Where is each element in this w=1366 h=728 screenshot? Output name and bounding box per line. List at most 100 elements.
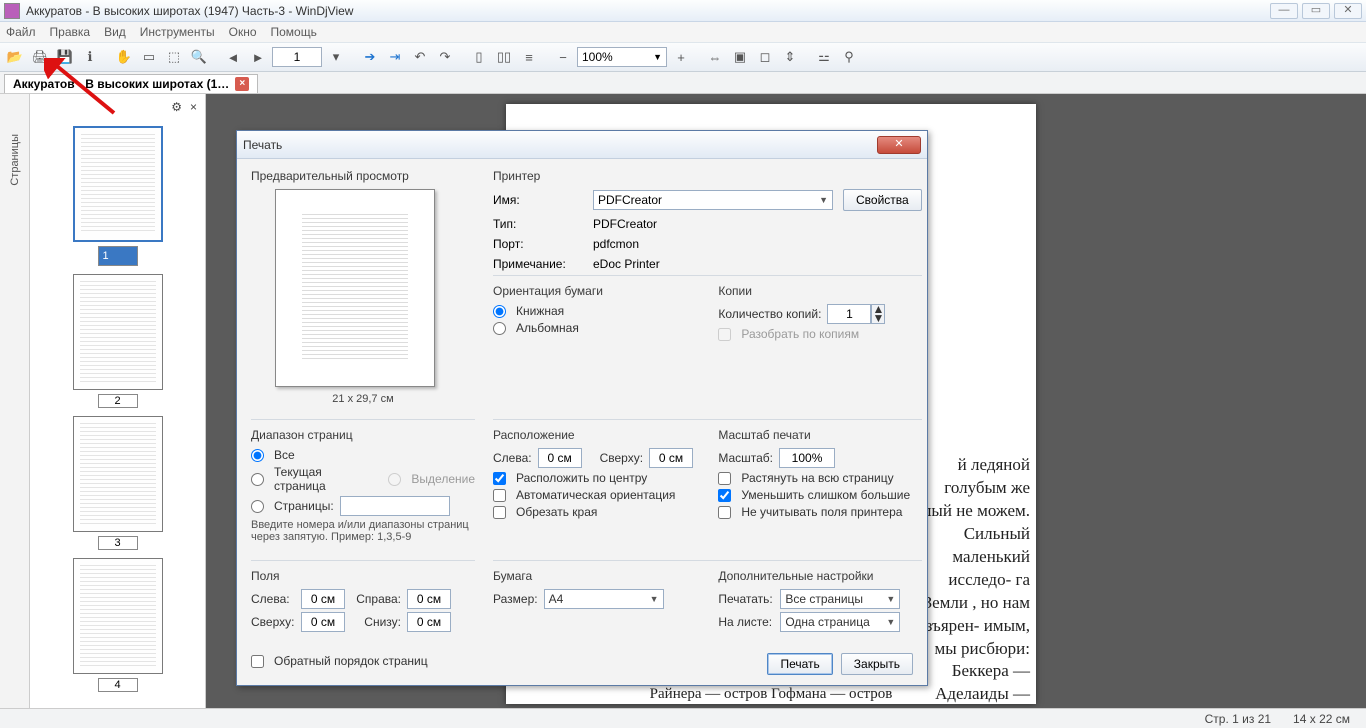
document-tab[interactable]: Аккуратов - В высоких широтах (1… × (4, 74, 258, 93)
paper-group: Бумага Размер: A4▼ (493, 569, 696, 635)
thumbnail-number: 4 (98, 678, 138, 692)
thumbnail-item[interactable]: 3 (73, 416, 163, 550)
maximize-button[interactable]: ▭ (1302, 3, 1330, 19)
per-sheet-select[interactable]: Одна страница▼ (780, 612, 900, 632)
paper-size-select[interactable]: A4▼ (544, 589, 664, 609)
thumbnail-item[interactable]: 1 (73, 126, 163, 266)
open-icon[interactable]: 📂 (4, 46, 26, 68)
nav-forward-icon[interactable]: ⇥ (384, 46, 406, 68)
select-tool-icon[interactable]: ▭ (138, 46, 160, 68)
copies-heading: Копии (718, 284, 921, 298)
hand-tool-icon[interactable]: ✋ (113, 46, 135, 68)
menu-edit[interactable]: Правка (50, 25, 91, 39)
menu-window[interactable]: Окно (229, 25, 257, 39)
titlebar: Аккуратов - В высоких широтах (1947) Час… (0, 0, 1366, 22)
copies-count-input[interactable] (827, 304, 871, 324)
find-icon[interactable]: ⚍ (813, 46, 835, 68)
preview-caption: 21 x 29,7 см (251, 393, 475, 405)
fit-width-icon[interactable]: ⇔ (704, 46, 726, 68)
layout-continuous-icon[interactable]: ≡ (518, 46, 540, 68)
thumbnail-number: 1 (98, 246, 138, 266)
margins-heading: Поля (251, 569, 475, 583)
thumbnail-number: 3 (98, 536, 138, 550)
print-what-select[interactable]: Все страницы▼ (780, 589, 900, 609)
paper-heading: Бумага (493, 569, 696, 583)
rotate-ccw-icon[interactable]: ↶ (409, 46, 431, 68)
margin-bottom-label: Снизу: (351, 615, 401, 629)
printer-name-select[interactable]: PDFCreator▼ (593, 190, 833, 210)
margin-left-input[interactable] (301, 589, 345, 609)
rotate-cw-icon[interactable]: ↷ (434, 46, 456, 68)
print-button[interactable]: Печать (767, 653, 832, 675)
sidebar-label: Страницы (9, 134, 21, 186)
ignore-margins-checkbox[interactable] (718, 506, 731, 519)
minimize-button[interactable]: — (1270, 3, 1298, 19)
reverse-order-checkbox[interactable] (251, 655, 264, 668)
layout-left-input[interactable] (538, 448, 582, 468)
tab-close-icon[interactable]: × (235, 77, 249, 91)
menu-view[interactable]: Вид (104, 25, 126, 39)
shrink-checkbox[interactable] (718, 489, 731, 502)
prev-page-icon[interactable]: ◄ (222, 46, 244, 68)
zoom-select[interactable]: 100%▼ (577, 47, 667, 67)
margin-bottom-input[interactable] (407, 612, 451, 632)
range-pages-radio[interactable] (251, 500, 264, 513)
layout-top-input[interactable] (649, 448, 693, 468)
window-close-button[interactable]: ✕ (1334, 3, 1362, 19)
marquee-tool-icon[interactable]: ⬚ (163, 46, 185, 68)
crop-checkbox[interactable] (493, 506, 506, 519)
fit-height-icon[interactable]: ⇕ (779, 46, 801, 68)
per-sheet-label: На листе: (718, 615, 774, 629)
margin-top-input[interactable] (301, 612, 345, 632)
thumbnail-item[interactable]: 2 (73, 274, 163, 408)
thumbs-gear-icon[interactable]: ⚙ (171, 100, 182, 118)
thumbnail-image (73, 416, 163, 532)
extra-group: Дополнительные настройки Печатать: Все с… (718, 569, 921, 635)
scale-input[interactable] (779, 448, 835, 468)
layout-facing-icon[interactable]: ▯▯ (493, 46, 515, 68)
margin-right-input[interactable] (407, 589, 451, 609)
orientation-portrait-radio[interactable] (493, 305, 506, 318)
page-dropdown-icon[interactable]: ▾ (325, 46, 347, 68)
nav-back-icon[interactable]: ➔ (359, 46, 381, 68)
print-icon[interactable]: 🖨 (29, 46, 51, 68)
layout-heading: Расположение (493, 428, 696, 442)
range-pages-input[interactable] (340, 496, 450, 516)
dialog-close-button[interactable]: ✕ (877, 136, 921, 154)
close-button[interactable]: Закрыть (841, 653, 913, 675)
layout-single-icon[interactable]: ▯ (468, 46, 490, 68)
preview-group: Предварительный просмотр 21 x 29,7 см (251, 169, 475, 405)
sidebar-strip[interactable]: Страницы (0, 94, 30, 708)
save-icon[interactable]: 💾 (54, 46, 76, 68)
copies-spinner[interactable]: ▲▼ (871, 304, 885, 324)
fit-page-icon[interactable]: ▣ (729, 46, 751, 68)
autoorient-checkbox[interactable] (493, 489, 506, 502)
print-what-label: Печатать: (718, 592, 774, 606)
layout-group: Расположение Слева: Сверху: Расположить … (493, 428, 696, 522)
center-checkbox[interactable] (493, 472, 506, 485)
printer-properties-button[interactable]: Свойства (843, 189, 922, 211)
menu-file[interactable]: Файл (6, 25, 36, 39)
printer-type-value: PDFCreator (593, 217, 922, 231)
range-all-radio[interactable] (251, 449, 264, 462)
stretch-checkbox[interactable] (718, 472, 731, 485)
next-page-icon[interactable]: ► (247, 46, 269, 68)
orientation-landscape-radio[interactable] (493, 322, 506, 335)
menu-help[interactable]: Помощь (271, 25, 317, 39)
zoom-out-icon[interactable]: − (552, 46, 574, 68)
info-icon[interactable]: ℹ (79, 46, 101, 68)
thumbnail-item[interactable]: 4 (73, 558, 163, 692)
range-current-radio[interactable] (251, 473, 264, 486)
thumbnail-image (73, 558, 163, 674)
margin-left-label: Слева: (251, 592, 295, 606)
bookmark-icon[interactable]: ⚲ (838, 46, 860, 68)
actual-size-icon[interactable]: ◻ (754, 46, 776, 68)
menu-tools[interactable]: Инструменты (140, 25, 215, 39)
page-input[interactable]: 1 (272, 47, 322, 67)
page-range-group: Диапазон страниц Все Текущая страница Вы… (251, 415, 475, 546)
zoom-in-icon[interactable]: + (670, 46, 692, 68)
copies-count-label: Количество копий: (718, 307, 821, 321)
thumbs-close-icon[interactable]: × (190, 100, 197, 118)
zoom-tool-icon[interactable]: 🔍 (188, 46, 210, 68)
tab-label: Аккуратов - В высоких широтах (1… (13, 77, 229, 91)
